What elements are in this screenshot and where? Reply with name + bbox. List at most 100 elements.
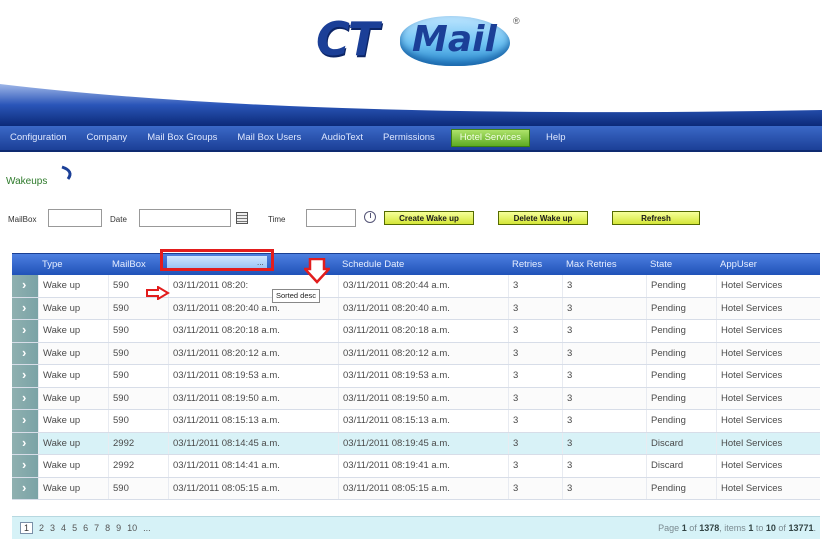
table-cell: 590	[108, 477, 168, 499]
column-header-type[interactable]: Type	[38, 254, 108, 275]
table-cell: 3	[508, 365, 562, 387]
table-cell: Wake up	[38, 477, 108, 499]
header-swoosh-graphic	[0, 81, 822, 126]
create-wakeup-button[interactable]: Create Wake up	[384, 211, 474, 225]
table-cell: 590	[108, 297, 168, 319]
page-link[interactable]: 5	[72, 523, 77, 533]
table-cell: Wake up	[38, 432, 108, 454]
pager-info-total-items: 13771	[788, 523, 814, 533]
table-cell: Wake up	[38, 297, 108, 319]
table-cell: 03/11/2011 08:19:53 a.m.	[168, 365, 338, 387]
pager-info-end: .	[813, 523, 816, 533]
table-cell: 03/11/2011 08:19:50 a.m.	[338, 387, 508, 409]
table-row[interactable]: Wake up59003/11/2011 08:19:50 a.m.03/11/…	[12, 387, 820, 410]
logo-mail-text: Mail	[412, 19, 497, 60]
table-cell: 03/11/2011 08:15:13 a.m.	[338, 410, 508, 432]
table-cell: Hotel Services	[716, 275, 820, 297]
column-header-retries[interactable]: Retries	[508, 254, 562, 275]
page-link[interactable]: 2	[39, 523, 44, 533]
table-cell: 03/11/2011 08:19:45 a.m.	[338, 432, 508, 454]
table-cell: 3	[562, 342, 646, 364]
table-cell: 3	[508, 320, 562, 342]
column-header-schedule-date[interactable]: Schedule Date	[338, 254, 508, 275]
row-expand-icon[interactable]	[12, 387, 38, 409]
pager-info-of-label: of	[689, 523, 697, 533]
table-row[interactable]: Wake up59003/11/2011 08:19:53 a.m.03/11/…	[12, 365, 820, 388]
mailbox-input[interactable]	[48, 209, 102, 227]
table-row[interactable]: Wake up299203/11/2011 08:14:45 a.m.03/11…	[12, 432, 820, 455]
table-cell: 03/11/2011 08:05:15 a.m.	[338, 477, 508, 499]
grid-body: Wake up59003/11/2011 08:20:03/11/2011 08…	[12, 275, 820, 500]
page-link[interactable]: 10	[127, 523, 137, 533]
table-cell: Hotel Services	[716, 342, 820, 364]
row-expand-icon[interactable]	[12, 477, 38, 499]
page-link[interactable]: 8	[105, 523, 110, 533]
nav-item-company[interactable]: Company	[77, 126, 138, 150]
nav-item-configuration[interactable]: Configuration	[0, 126, 77, 150]
column-header-selector[interactable]	[12, 254, 38, 275]
nav-item-mail-box-users[interactable]: Mail Box Users	[227, 126, 311, 150]
refresh-button[interactable]: Refresh	[612, 211, 700, 225]
table-cell: Hotel Services	[716, 432, 820, 454]
table-cell: 590	[108, 387, 168, 409]
logo-mail-badge: Mail	[400, 16, 510, 66]
filter-toolbar: MailBox Date Time Create Wake up Delete …	[0, 207, 822, 231]
page-link[interactable]: ...	[143, 523, 151, 533]
column-header-max-retries[interactable]: Max Retries	[562, 254, 646, 275]
time-input[interactable]	[306, 209, 356, 227]
table-cell: 3	[562, 455, 646, 477]
nav-item-permissions[interactable]: Permissions	[373, 126, 445, 150]
table-row[interactable]: Wake up59003/11/2011 08:20:03/11/2011 08…	[12, 275, 820, 298]
page-link[interactable]: 9	[116, 523, 121, 533]
table-row[interactable]: Wake up59003/11/2011 08:20:18 a.m.03/11/…	[12, 320, 820, 343]
column-header-mailbox[interactable]: MailBox	[108, 254, 168, 275]
row-expand-icon[interactable]	[12, 365, 38, 387]
table-cell: 03/11/2011 08:14:45 a.m.	[168, 432, 338, 454]
page-link[interactable]: 3	[50, 523, 55, 533]
column-header-appuser[interactable]: AppUser	[716, 254, 820, 275]
page-link[interactable]: 6	[83, 523, 88, 533]
table-cell: 03/11/2011 08:20:12 a.m.	[338, 342, 508, 364]
table-cell: Pending	[646, 275, 716, 297]
table-cell: Pending	[646, 365, 716, 387]
wakeups-grid: Type MailBox Schedule Date Retries Max Retri…	[12, 253, 820, 500]
row-expand-icon[interactable]	[12, 320, 38, 342]
page-link[interactable]: 1	[20, 522, 34, 534]
row-expand-icon[interactable]	[12, 432, 38, 454]
nav-item-audiotext[interactable]: AudioText	[311, 126, 373, 150]
table-cell: Pending	[646, 297, 716, 319]
calendar-icon[interactable]	[236, 212, 248, 224]
nav-item-mail-box-groups[interactable]: Mail Box Groups	[137, 126, 227, 150]
table-row[interactable]: Wake up59003/11/2011 08:05:15 a.m.03/11/…	[12, 477, 820, 500]
table-row[interactable]: Wake up59003/11/2011 08:20:40 a.m.03/11/…	[12, 297, 820, 320]
page-link[interactable]: 4	[61, 523, 66, 533]
table-cell: Hotel Services	[716, 477, 820, 499]
date-input[interactable]	[139, 209, 231, 227]
table-cell: Wake up	[38, 455, 108, 477]
clock-icon[interactable]	[364, 211, 376, 223]
table-cell: 03/11/2011 08:19:50 a.m.	[168, 387, 338, 409]
row-expand-icon[interactable]	[12, 410, 38, 432]
delete-wakeup-button[interactable]: Delete Wake up	[498, 211, 588, 225]
table-cell: 590	[108, 410, 168, 432]
table-cell: Hotel Services	[716, 297, 820, 319]
table-row[interactable]: Wake up59003/11/2011 08:20:12 a.m.03/11/…	[12, 342, 820, 365]
row-expand-icon[interactable]	[12, 455, 38, 477]
row-expand-icon[interactable]	[12, 275, 38, 297]
table-cell: Pending	[646, 477, 716, 499]
table-cell: 3	[508, 342, 562, 364]
pager-info-info-prefix: Page	[658, 523, 680, 533]
table-cell: 3	[562, 275, 646, 297]
row-expand-icon[interactable]	[12, 297, 38, 319]
table-cell: 3	[508, 387, 562, 409]
column-header-state[interactable]: State	[646, 254, 716, 275]
table-row[interactable]: Wake up299203/11/2011 08:14:41 a.m.03/11…	[12, 455, 820, 478]
logo-ct-text: CT	[316, 12, 379, 66]
nav-item-hotel-services[interactable]: Hotel Services	[450, 129, 531, 147]
page-link[interactable]: 7	[94, 523, 99, 533]
table-cell: 3	[562, 320, 646, 342]
nav-item-help[interactable]: Help	[536, 126, 576, 150]
pager-info: Page 1 of 1378, items 1 to 10 of 13771.	[658, 523, 816, 533]
row-expand-icon[interactable]	[12, 342, 38, 364]
table-row[interactable]: Wake up59003/11/2011 08:15:13 a.m.03/11/…	[12, 410, 820, 433]
